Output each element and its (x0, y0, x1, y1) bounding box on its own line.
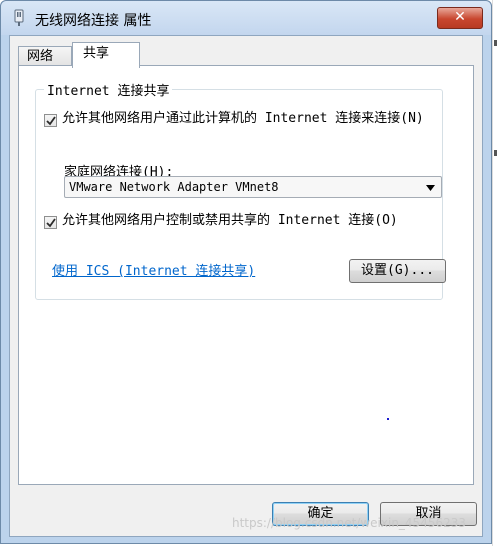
settings-button[interactable]: 设置(G)... (349, 259, 446, 283)
network-adapter-icon (14, 9, 24, 26)
ics-group: Internet 连接共享 允许其他网络用户通过此计算机的 Internet 连… (35, 80, 446, 300)
allow-connect-option[interactable]: 允许其他网络用户通过此计算机的 Internet 连接来连接(N) (44, 112, 436, 144)
allow-control-checkbox[interactable] (44, 216, 57, 229)
allow-control-label: 允许其他网络用户控制或禁用共享的 Internet 连接(O) (62, 213, 398, 228)
ics-help-link[interactable]: 使用 ICS (Internet 连接共享) (52, 260, 255, 279)
dialog-client-area: 网络 共享 Internet 连接共享 允许其他网络用户通过此计算机的 Inte… (9, 35, 483, 537)
allow-control-option[interactable]: 允许其他网络用户控制或禁用共享的 Internet 连接(O) (44, 214, 436, 246)
properties-dialog: 无线网络连接 属性 ✕ 网络 共享 Internet 连接共享 允许其他网络用户… (0, 0, 492, 544)
tab-sharing-label: 共享 (83, 46, 110, 61)
close-button[interactable]: ✕ (437, 7, 483, 29)
check-mark-icon (46, 218, 56, 228)
background-window-edge (492, 0, 498, 546)
ics-group-title: Internet 连接共享 (44, 80, 173, 99)
home-network-select[interactable]: VMware Network Adapter VMnet8 (64, 176, 442, 198)
tab-network-label: 网络 (27, 49, 54, 64)
close-icon: ✕ (454, 9, 466, 25)
window-title: 无线网络连接 属性 (35, 13, 152, 29)
tab-network[interactable]: 网络 (18, 46, 72, 66)
stray-dot (387, 418, 389, 420)
chevron-down-icon (426, 185, 435, 191)
check-mark-icon (46, 116, 56, 126)
allow-connect-checkbox[interactable] (44, 114, 57, 127)
home-network-value: VMware Network Adapter VMnet8 (69, 180, 279, 194)
tab-sharing[interactable]: 共享 (72, 42, 140, 68)
edge-mark (494, 150, 497, 156)
allow-connect-label: 允许其他网络用户通过此计算机的 Internet 连接来连接(N) (62, 111, 424, 126)
edge-mark (494, 40, 497, 46)
watermark: https://blog.csdn.net/weixin_45456233 (231, 516, 466, 530)
sharing-panel: Internet 连接共享 允许其他网络用户通过此计算机的 Internet 连… (18, 65, 474, 485)
title-bar[interactable]: 无线网络连接 属性 ✕ (1, 1, 491, 35)
